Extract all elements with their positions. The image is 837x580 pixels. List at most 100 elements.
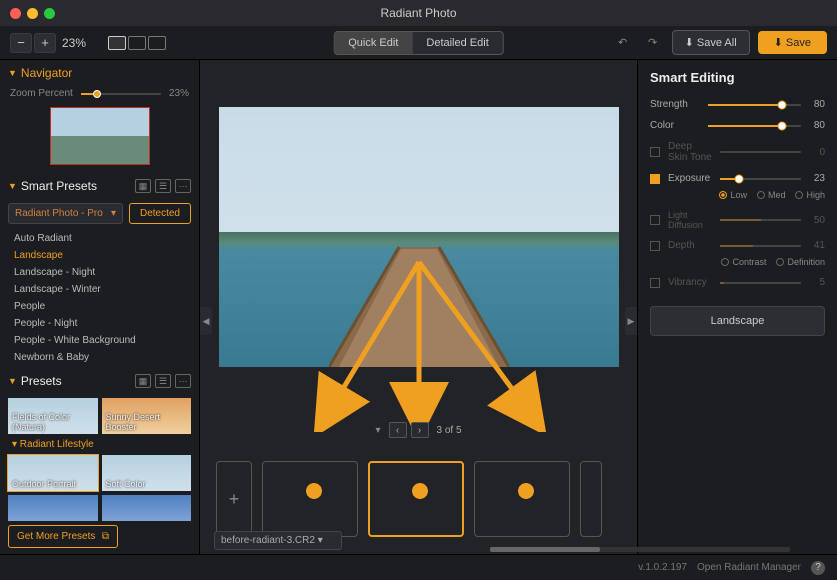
deep-skin-slider[interactable] <box>720 151 801 153</box>
preset-card[interactable]: Outdoor Portrait <box>8 455 98 491</box>
smart-presets-title: Smart Presets <box>21 179 97 193</box>
presets-title: Presets <box>21 374 62 388</box>
deep-skin-checkbox[interactable] <box>650 147 660 157</box>
preset-item[interactable]: Auto Radiant <box>0 230 199 247</box>
zoom-slider[interactable] <box>81 93 161 95</box>
vibrancy-label: Vibrancy <box>668 277 714 288</box>
help-icon[interactable]: ? <box>811 561 825 575</box>
zoom-percent-value: 23% <box>169 88 189 99</box>
edit-mode-tabs: Quick Edit Detailed Edit <box>333 31 504 55</box>
list-view-icon[interactable]: ☰ <box>155 374 171 388</box>
tab-quick-edit[interactable]: Quick Edit <box>334 32 412 54</box>
preset-dropdown[interactable]: Radiant Photo - Pro▾ <box>8 203 123 224</box>
add-image-button[interactable]: + <box>216 461 252 537</box>
exposure-label: Exposure <box>668 173 714 184</box>
prev-image-button[interactable]: ‹ <box>389 422 407 438</box>
strength-label: Strength <box>650 99 702 110</box>
filmstrip-nav: ▾ ‹ › 3 of 5 <box>375 422 461 438</box>
statusbar: v.1.0.2.197 Open Radiant Manager ? <box>0 554 837 580</box>
preset-item[interactable]: Landscape - Night <box>0 264 199 281</box>
titlebar: Radiant Photo <box>0 0 837 26</box>
light-diffusion-slider[interactable] <box>720 219 801 221</box>
exposure-checkbox[interactable] <box>650 174 660 184</box>
grid-view-icon[interactable]: ▦ <box>135 179 151 193</box>
zoom-percent-label: Zoom Percent <box>10 88 73 99</box>
preset-card[interactable]: Soft Color <box>102 455 192 491</box>
exposure-high-radio[interactable]: High <box>795 190 825 200</box>
window-maximize-icon[interactable] <box>44 8 55 19</box>
navigator-thumbnail[interactable] <box>50 107 150 165</box>
undo-button[interactable]: ↶ <box>612 32 634 54</box>
preset-card[interactable]: Fields of Color (Natura) <box>8 398 98 434</box>
file-dropdown[interactable]: before-radiant-3.CR2 ▾ <box>214 531 342 550</box>
lifestyle-header[interactable]: ▾ Radiant Lifestyle <box>8 438 191 451</box>
open-manager-link[interactable]: Open Radiant Manager <box>697 562 801 573</box>
filmstrip-tile[interactable] <box>368 461 464 537</box>
deep-skin-label: Deep Skin Tone <box>668 141 714 163</box>
smart-editing-title: Smart Editing <box>650 70 825 85</box>
preset-item[interactable]: Landscape <box>0 247 199 264</box>
app-title: Radiant Photo <box>380 6 456 20</box>
depth-checkbox[interactable] <box>650 241 660 251</box>
detected-button[interactable]: Detected <box>129 203 191 224</box>
list-view-icon[interactable]: ☰ <box>155 179 171 193</box>
layout-split-icon[interactable] <box>128 36 146 50</box>
preset-card[interactable] <box>102 495 192 521</box>
exposure-slider[interactable] <box>720 178 801 180</box>
grid-view-icon[interactable]: ▦ <box>135 374 151 388</box>
get-more-presets-button[interactable]: Get More Presets⧉ <box>8 525 118 548</box>
window-close-icon[interactable] <box>10 8 21 19</box>
filmstrip-tile[interactable] <box>580 461 602 537</box>
zoom-value: 23% <box>62 36 86 50</box>
depth-slider[interactable] <box>720 245 801 247</box>
zoom-in-button[interactable]: + <box>34 33 56 53</box>
pier-graphic <box>329 227 509 367</box>
landscape-button[interactable]: Landscape <box>650 306 825 336</box>
more-icon[interactable]: ⋯ <box>175 374 191 388</box>
chevron-down-icon[interactable]: ▼ <box>8 376 17 386</box>
vibrancy-checkbox[interactable] <box>650 278 660 288</box>
center-canvas: ◀ ▶ ▾ ‹ › 3 of 5 <box>200 60 637 554</box>
depth-definition-radio[interactable]: Definition <box>776 257 825 267</box>
preset-card[interactable] <box>8 495 98 521</box>
navigator-title: Navigator <box>21 66 72 80</box>
color-label: Color <box>650 120 702 131</box>
filmstrip-position: 3 of 5 <box>437 425 462 436</box>
window-minimize-icon[interactable] <box>27 8 38 19</box>
chevron-down-icon[interactable]: ▾ <box>375 425 380 436</box>
vibrancy-slider[interactable] <box>720 282 801 284</box>
preset-item[interactable]: People <box>0 298 199 315</box>
more-icon[interactable]: ⋯ <box>175 179 191 193</box>
strength-slider[interactable] <box>708 104 801 106</box>
right-sidebar: Smart Editing Strength80 Color80 Deep Sk… <box>637 60 837 554</box>
exposure-low-radio[interactable]: Low <box>719 190 747 200</box>
preset-item[interactable]: People - White Background <box>0 332 199 349</box>
external-link-icon: ⧉ <box>102 531 109 542</box>
redo-button[interactable]: ↷ <box>642 32 664 54</box>
filmstrip-tile[interactable] <box>474 461 570 537</box>
zoom-out-button[interactable]: − <box>10 33 32 53</box>
save-button[interactable]: ⬇ Save <box>758 31 827 54</box>
main-photo[interactable] <box>219 107 619 367</box>
preset-item[interactable]: People - Night <box>0 315 199 332</box>
chevron-down-icon[interactable]: ▼ <box>8 181 17 191</box>
depth-label: Depth <box>668 240 714 251</box>
filmstrip-tile[interactable] <box>262 461 358 537</box>
chevron-down-icon: ▾ <box>111 208 116 219</box>
version-label: v.1.0.2.197 <box>638 562 687 573</box>
chevron-down-icon[interactable]: ▼ <box>8 68 17 78</box>
save-all-button[interactable]: ⬇ Save All <box>672 30 750 55</box>
exposure-med-radio[interactable]: Med <box>757 190 786 200</box>
color-slider[interactable] <box>708 125 801 127</box>
depth-contrast-radio[interactable]: Contrast <box>721 257 766 267</box>
tab-detailed-edit[interactable]: Detailed Edit <box>412 32 502 54</box>
layout-single-icon[interactable] <box>108 36 126 50</box>
preset-item[interactable]: Newborn & Baby <box>0 349 199 366</box>
light-diffusion-checkbox[interactable] <box>650 215 660 225</box>
next-image-button[interactable]: › <box>411 422 429 438</box>
preset-item[interactable]: Landscape - Winter <box>0 281 199 298</box>
layout-crop-icon[interactable] <box>148 36 166 50</box>
left-sidebar: ▼ Navigator Zoom Percent 23% ▼ Smart Prese… <box>0 60 200 554</box>
filmstrip-scrollbar[interactable] <box>490 547 790 552</box>
preset-card[interactable]: Sunny Desert Booster <box>102 398 192 434</box>
